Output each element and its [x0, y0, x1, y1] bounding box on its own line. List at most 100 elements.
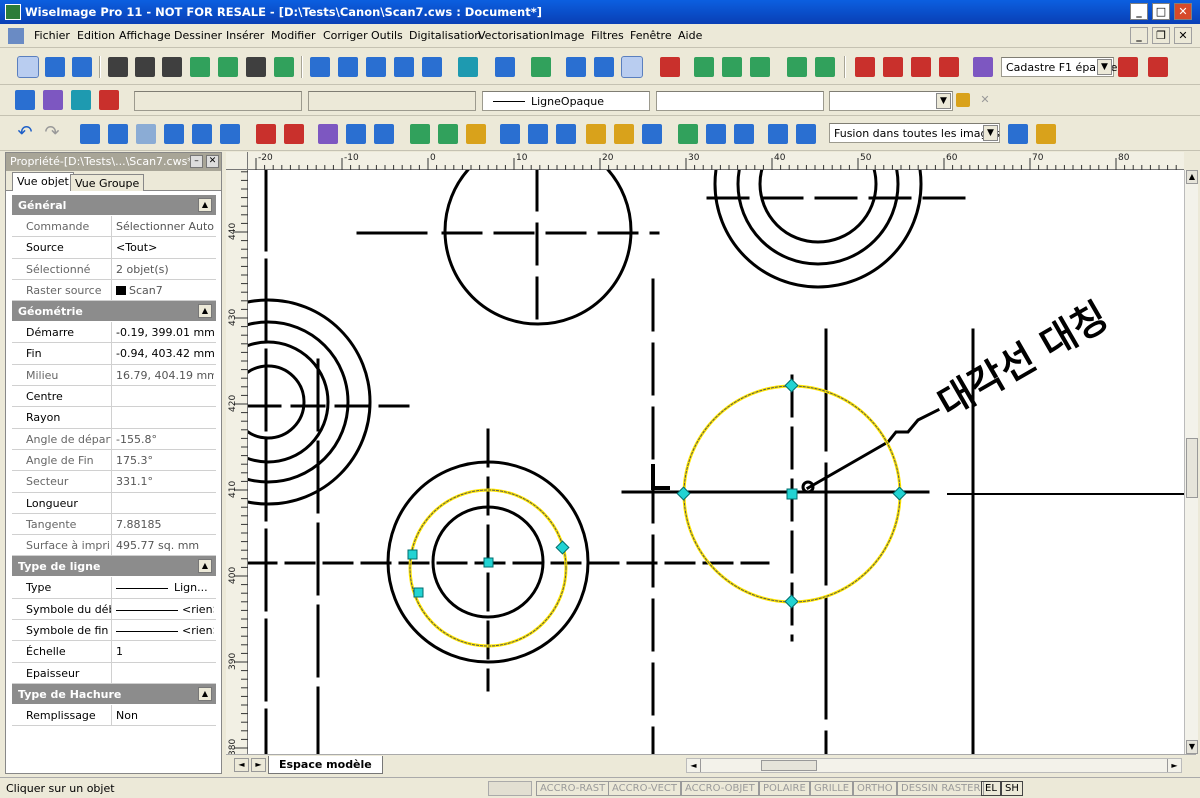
vertical-scrollbar[interactable]: ▲ ▼ — [1184, 170, 1198, 754]
layer-props-icon[interactable] — [43, 90, 63, 110]
property-row[interactable]: Rayon — [12, 407, 216, 429]
grip-square[interactable] — [407, 549, 418, 560]
menu-edition[interactable]: Edition — [77, 29, 115, 42]
property-row[interactable]: Échelle 1 — [12, 641, 216, 663]
zoom-prev-icon[interactable] — [192, 124, 212, 144]
property-row[interactable]: Angle de départ -155.8° — [12, 428, 216, 450]
property-value-cell[interactable]: <rien> — [116, 603, 214, 616]
redo-icon[interactable]: ↷ — [42, 124, 62, 144]
menu-image[interactable]: Image — [550, 29, 584, 42]
tab-prev-button[interactable]: ◄ — [234, 758, 249, 772]
layer-dropdown[interactable]: Cadastre F1 épaisse ▼ — [1001, 57, 1117, 77]
deskew-icon[interactable] — [466, 124, 486, 144]
crosshair-icon[interactable] — [796, 124, 816, 144]
color-grid-icon[interactable] — [318, 124, 338, 144]
collapse-icon[interactable]: ▲ — [198, 198, 212, 212]
zoom-window2-icon[interactable] — [164, 124, 184, 144]
drawing-canvas[interactable]: 대각선 대칭 — [248, 170, 1184, 754]
zoom-dynamic-icon[interactable] — [80, 124, 100, 144]
property-section-header[interactable]: Géométrie ▲ — [12, 301, 216, 323]
lineweight-field[interactable] — [656, 91, 824, 111]
property-row[interactable]: Secteur 331.1° — [12, 471, 216, 493]
scroll-thumb[interactable] — [1186, 438, 1198, 498]
pick-raster-icon[interactable] — [556, 124, 576, 144]
text-select-icon[interactable] — [706, 124, 726, 144]
merge-dropdown[interactable]: Fusion dans toutes les images ▼ — [829, 123, 1000, 143]
text-page-icon[interactable] — [734, 124, 754, 144]
property-section-header[interactable]: Type de ligne ▲ — [12, 556, 216, 578]
panel-close-button[interactable]: ✕ — [206, 155, 219, 168]
triangle-tool-icon[interactable] — [768, 124, 788, 144]
property-value-cell[interactable]: Lign... — [116, 581, 214, 594]
select-tool-icon[interactable] — [17, 56, 39, 78]
raster-delete-icon[interactable] — [256, 124, 276, 144]
tab-vue-groupe[interactable]: Vue Groupe — [70, 174, 145, 191]
menu-aide[interactable]: Aide — [678, 29, 702, 42]
property-row[interactable]: Démarre -0.19, 399.01 mm — [12, 322, 216, 344]
vector-select-icon[interactable] — [621, 56, 643, 78]
filter-icon[interactable] — [495, 57, 515, 77]
style-dropdown[interactable]: ▼ — [829, 91, 953, 111]
line-tool-icon[interactable] — [108, 57, 128, 77]
grip-diamond[interactable] — [892, 486, 907, 501]
properties-icon[interactable] — [1148, 57, 1168, 77]
zoom-window-icon[interactable] — [45, 57, 65, 77]
property-value-cell[interactable]: 7.88185 — [116, 518, 214, 531]
apply-icon[interactable] — [956, 93, 970, 107]
scroll-down-button[interactable]: ▼ — [1186, 740, 1198, 754]
snap-center-icon[interactable] — [855, 57, 875, 77]
property-row[interactable]: Commande Sélectionner Auto — [12, 216, 216, 238]
minimize-button[interactable]: _ — [1130, 3, 1148, 20]
circle-tool-icon[interactable] — [162, 57, 182, 77]
vector-edit-icon[interactable] — [566, 57, 586, 77]
add-node-icon[interactable] — [694, 57, 714, 77]
menu-outils[interactable]: Outils — [371, 29, 403, 42]
grip-square[interactable] — [483, 557, 494, 568]
property-row[interactable]: Type Lign... — [12, 577, 216, 599]
grip-square[interactable] — [786, 488, 798, 500]
linetype-field[interactable]: LigneOpaque — [482, 91, 650, 111]
menu-vectorisation[interactable]: Vectorisation — [478, 29, 550, 42]
palette-grid-icon[interactable] — [346, 124, 366, 144]
menu-inserer[interactable]: Insérer — [226, 29, 264, 42]
menu-corriger[interactable]: Corriger — [323, 29, 368, 42]
property-value-cell[interactable]: 331.1° — [116, 475, 214, 488]
doc-restore-button[interactable]: ❐ — [1152, 27, 1170, 44]
layer-field[interactable] — [134, 91, 302, 111]
scroll-left-button[interactable]: ◄ — [687, 759, 701, 772]
snap-end-icon[interactable] — [911, 57, 931, 77]
property-value-cell[interactable]: 16.79, 404.19 mm — [116, 369, 214, 382]
panel-pin-button[interactable]: – — [190, 155, 203, 168]
menu-affichage[interactable]: Affichage — [119, 29, 171, 42]
property-value-cell[interactable]: -0.94, 403.42 mm — [116, 347, 214, 360]
cancel-icon[interactable]: ✕ — [978, 93, 992, 107]
raster-copy-icon[interactable] — [394, 57, 414, 77]
menu-fenetre[interactable]: Fenêtre — [630, 29, 672, 42]
select-region-icon[interactable] — [642, 124, 662, 144]
layer-state-icon[interactable] — [71, 90, 91, 110]
toggle-ortho[interactable]: ORTHO — [853, 781, 897, 796]
collapse-icon[interactable]: ▲ — [198, 559, 212, 574]
tab-model-space[interactable]: Espace modèle — [268, 756, 383, 774]
horizontal-scrollbar[interactable]: ◄ ► — [686, 758, 1182, 773]
maximize-button[interactable]: □ — [1152, 3, 1170, 20]
grip-diamond[interactable] — [784, 594, 799, 609]
property-row[interactable]: Source <Tout> — [12, 237, 216, 259]
undo-icon[interactable]: ↶ — [15, 124, 35, 144]
property-row[interactable]: Milieu 16.79, 404.19 mm — [12, 364, 216, 387]
pen-tool-icon[interactable] — [246, 57, 266, 77]
property-row[interactable]: Angle de Fin 175.3° — [12, 449, 216, 472]
menu-modifier[interactable]: Modifier — [271, 29, 315, 42]
layers-icon[interactable] — [15, 90, 35, 110]
color-field[interactable] — [308, 91, 476, 111]
pan-icon[interactable] — [136, 124, 156, 144]
merge-down-icon[interactable] — [1008, 124, 1028, 144]
raster-select-icon[interactable] — [310, 57, 330, 77]
property-row[interactable]: Remplissage Non — [12, 704, 216, 727]
remove-node-icon[interactable] — [722, 57, 742, 77]
polygon-tool-icon[interactable] — [274, 57, 294, 77]
menu-fichier[interactable]: Fichier — [34, 29, 70, 42]
snap-intersection-icon[interactable] — [883, 57, 903, 77]
property-section-header[interactable]: Général ▲ — [12, 195, 216, 216]
property-value-cell[interactable]: -0.19, 399.01 mm — [116, 326, 214, 339]
